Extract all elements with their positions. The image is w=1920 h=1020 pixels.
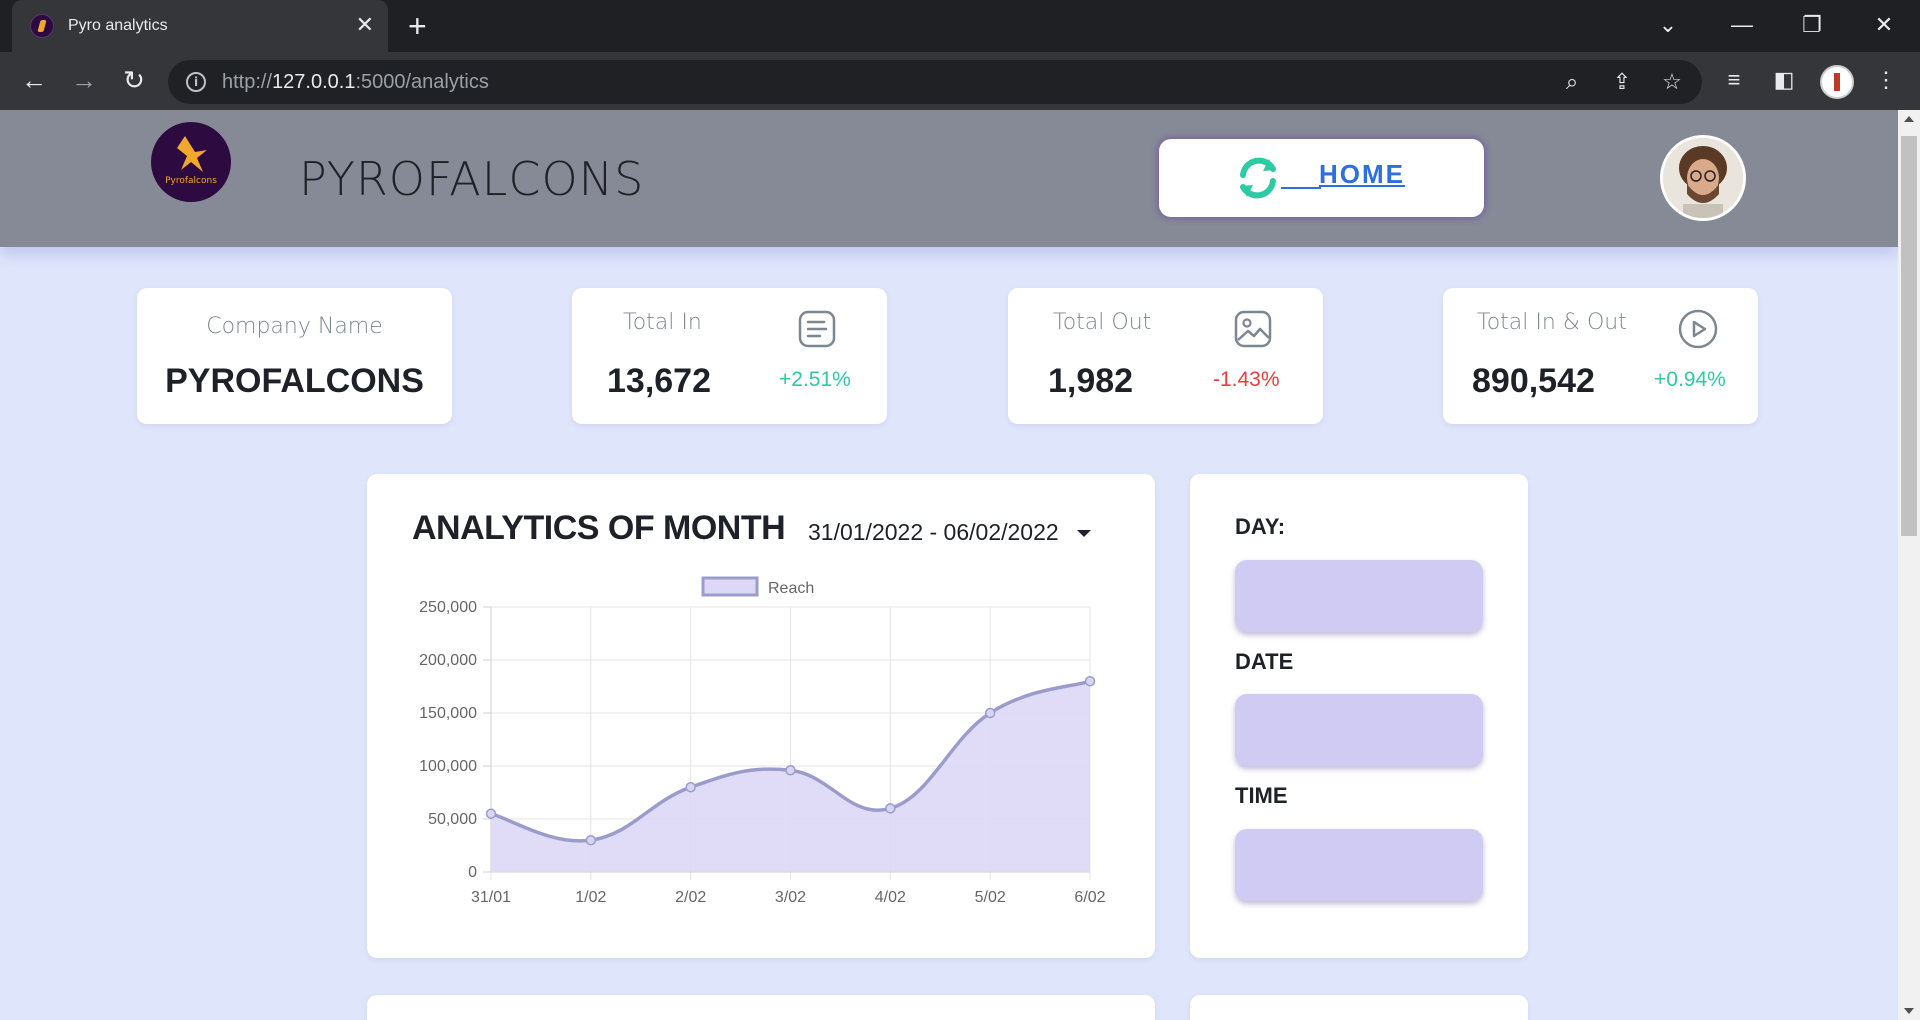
x-tick-label: 3/02: [775, 889, 806, 906]
scroll-thumb[interactable]: [1901, 136, 1917, 536]
browser-tabstrip: Pyro analytics ✕ + ⌄ — ❐ ✕: [0, 0, 1920, 52]
scroll-up-icon[interactable]: [1904, 116, 1914, 122]
reload-icon[interactable]: ↻: [116, 64, 152, 96]
document-icon: [798, 310, 836, 348]
stat-label: Total In & Out: [1477, 310, 1627, 335]
reach-point: [885, 803, 896, 814]
tab-title: Pyro analytics: [68, 17, 168, 34]
stat-value: PYROFALCONS: [165, 362, 424, 400]
x-tick-label: 31/01: [471, 889, 511, 906]
falcon-icon: [177, 136, 207, 172]
x-tick-label: 1/02: [575, 889, 606, 906]
home-button[interactable]: HOME: [1159, 139, 1484, 217]
stat-change: +0.94%: [1654, 368, 1726, 391]
page-scrollbar[interactable]: [1898, 110, 1920, 1020]
stat-label: Total Out: [1053, 310, 1152, 335]
page-viewport: Pyrofalcons PYROFALCONS HOME Company Nam…: [0, 110, 1898, 1020]
y-tick-label: 0: [468, 864, 477, 881]
app-header: Pyrofalcons PYROFALCONS HOME: [0, 110, 1898, 247]
image-icon: [1234, 310, 1272, 348]
menu-kebab-icon[interactable]: ⋮: [1868, 64, 1904, 96]
stat-change: +2.51%: [779, 368, 851, 391]
lower-card-left: [367, 995, 1155, 1020]
day-label: DAY:: [1235, 514, 1286, 539]
y-tick-label: 250,000: [419, 599, 477, 616]
bookmark-star-icon[interactable]: ☆: [1656, 68, 1688, 96]
stat-card-total-in: Total In 13,672 +2.51%: [572, 288, 887, 424]
url-text[interactable]: http://127.0.0.1:5000/analytics: [222, 71, 489, 94]
y-tick-label: 200,000: [419, 652, 477, 669]
zoom-icon[interactable]: ⌕: [1556, 68, 1588, 96]
reach-point: [785, 764, 796, 776]
stat-value: 1,982: [1048, 362, 1134, 400]
user-avatar[interactable]: [1660, 135, 1746, 221]
x-tick-label: 2/02: [675, 889, 706, 906]
side-panel-icon[interactable]: ◧: [1766, 64, 1802, 96]
legend-label: Reach: [768, 580, 814, 597]
x-tick-label: 6/02: [1074, 889, 1105, 906]
stat-card-total-out: Total Out 1,982 -1.43%: [1008, 288, 1323, 424]
share-icon[interactable]: ⇪: [1606, 68, 1638, 96]
y-tick-label: 100,000: [419, 758, 477, 775]
new-tab-icon[interactable]: +: [408, 8, 427, 44]
reach-point: [485, 808, 497, 819]
profile-avatar[interactable]: [1820, 65, 1854, 99]
tab-favicon-icon: [30, 14, 54, 38]
reach-point: [585, 834, 597, 846]
stat-card-company: Company Name PYROFALCONS: [137, 288, 452, 424]
stat-change: -1.43%: [1213, 368, 1280, 391]
play-icon: [1678, 309, 1718, 349]
close-window-icon[interactable]: ✕: [1864, 10, 1904, 40]
reach-point: [984, 707, 996, 719]
analytics-card: ANALYTICS OF MONTH 31/01/2022 - 06/02/20…: [367, 474, 1155, 958]
legend-swatch: [701, 576, 759, 597]
date-label: DATE: [1235, 649, 1294, 674]
lower-card-right: [1190, 995, 1528, 1020]
stat-label: Total In: [623, 310, 702, 335]
stat-label: Company Name: [206, 314, 383, 339]
stat-value: 13,672: [607, 362, 711, 400]
back-icon[interactable]: ←: [16, 64, 52, 96]
y-tick-label: 50,000: [428, 811, 477, 828]
datetime-card: DAY: DATE TIME: [1190, 474, 1528, 958]
home-link-underline: [1281, 187, 1321, 189]
tab-close-icon[interactable]: ✕: [356, 12, 374, 38]
scroll-down-icon[interactable]: [1904, 1008, 1914, 1014]
reach-point: [685, 781, 696, 793]
forward-icon[interactable]: →: [66, 64, 102, 96]
stat-card-total-in-out: Total In & Out 890,542 +0.94%: [1443, 288, 1758, 424]
stat-value: 890,542: [1472, 362, 1595, 400]
time-label: TIME: [1235, 783, 1288, 808]
reach-point: [1084, 675, 1096, 687]
site-info-icon[interactable]: i: [186, 72, 206, 92]
minimize-icon[interactable]: —: [1722, 10, 1762, 40]
refresh-icon: [1240, 157, 1276, 199]
browser-toolbar: ← → ↻ i http://127.0.0.1:5000/analytics …: [0, 52, 1920, 110]
media-queue-icon[interactable]: ≡: [1716, 64, 1752, 96]
tab-search-icon[interactable]: ⌄: [1648, 10, 1688, 40]
browser-tab[interactable]: Pyro analytics ✕: [12, 0, 388, 52]
reach-chart: 250,000 200,000 150,000 100,000 50,000 0 31/01…: [419, 576, 1106, 906]
day-box: [1235, 560, 1483, 632]
date-box: [1235, 694, 1483, 766]
restore-icon[interactable]: ❐: [1792, 10, 1832, 40]
user-photo-icon: [1663, 138, 1743, 218]
x-tick-label: 5/02: [975, 889, 1006, 906]
time-box: [1235, 829, 1483, 901]
y-tick-label: 150,000: [419, 705, 477, 722]
address-bar[interactable]: i http://127.0.0.1:5000/analytics ⌕ ⇪ ☆: [168, 60, 1702, 104]
x-tick-label: 4/02: [875, 889, 906, 906]
pyrofalcons-logo[interactable]: Pyrofalcons: [151, 122, 231, 202]
logo-text: Pyrofalcons: [165, 176, 217, 186]
brand-title: PYROFALCONS: [299, 152, 645, 206]
home-label[interactable]: HOME: [1319, 159, 1405, 190]
